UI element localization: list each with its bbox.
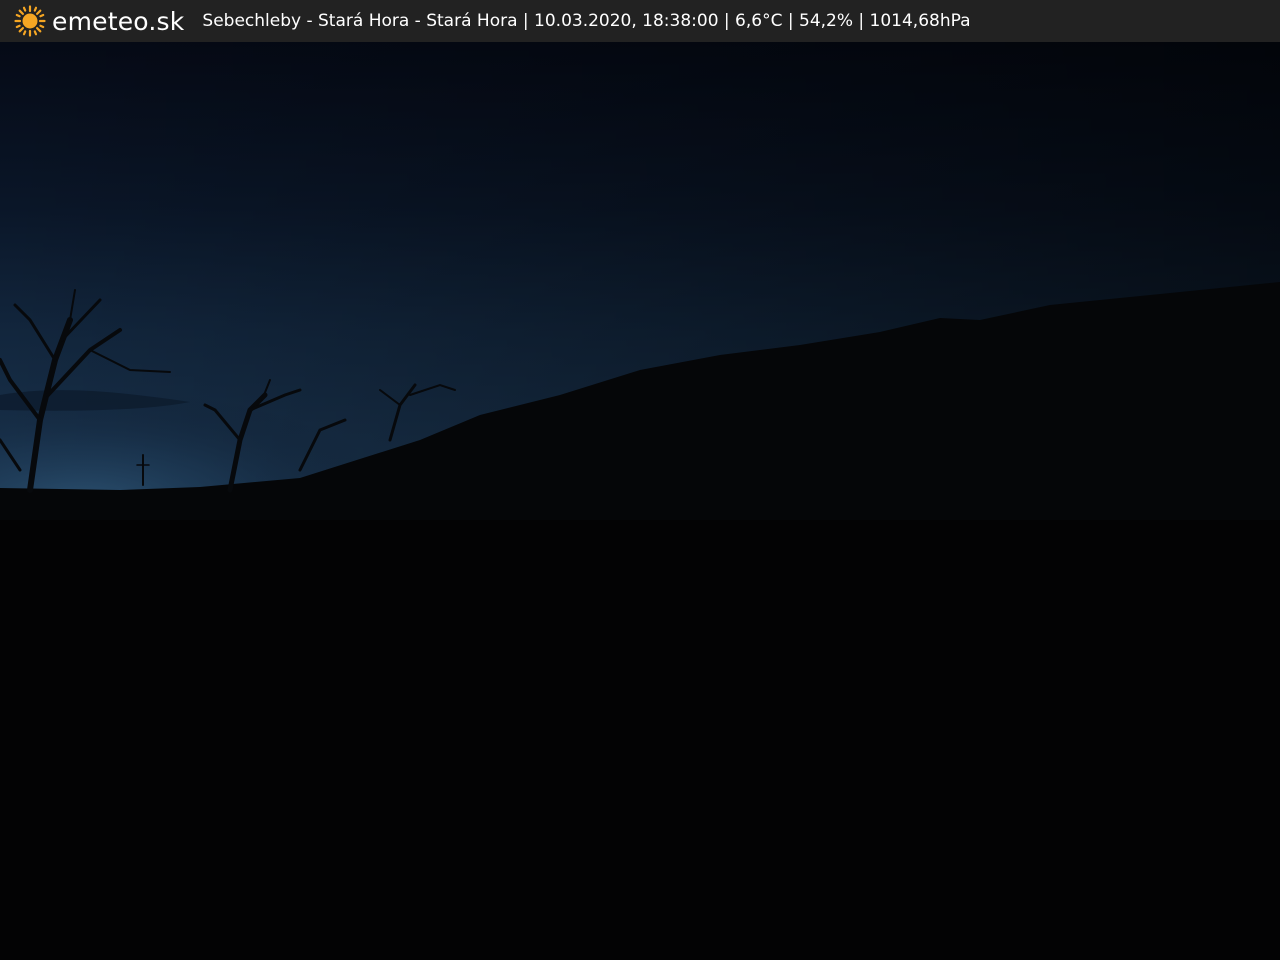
webcam-frame: emeteo.sk Sebechleby - Stará Hora - Star… — [0, 0, 1280, 960]
webcam-image — [0, 42, 1280, 960]
sun-icon — [14, 5, 46, 37]
ground — [0, 520, 1280, 960]
brand-name[interactable]: emeteo.sk — [52, 7, 184, 36]
header-bar: emeteo.sk Sebechleby - Stará Hora - Star… — [0, 0, 1280, 42]
webcam-caption: Sebechleby - Stará Hora - Stará Hora | 1… — [202, 11, 971, 31]
brand-logo[interactable]: emeteo.sk — [14, 5, 184, 37]
